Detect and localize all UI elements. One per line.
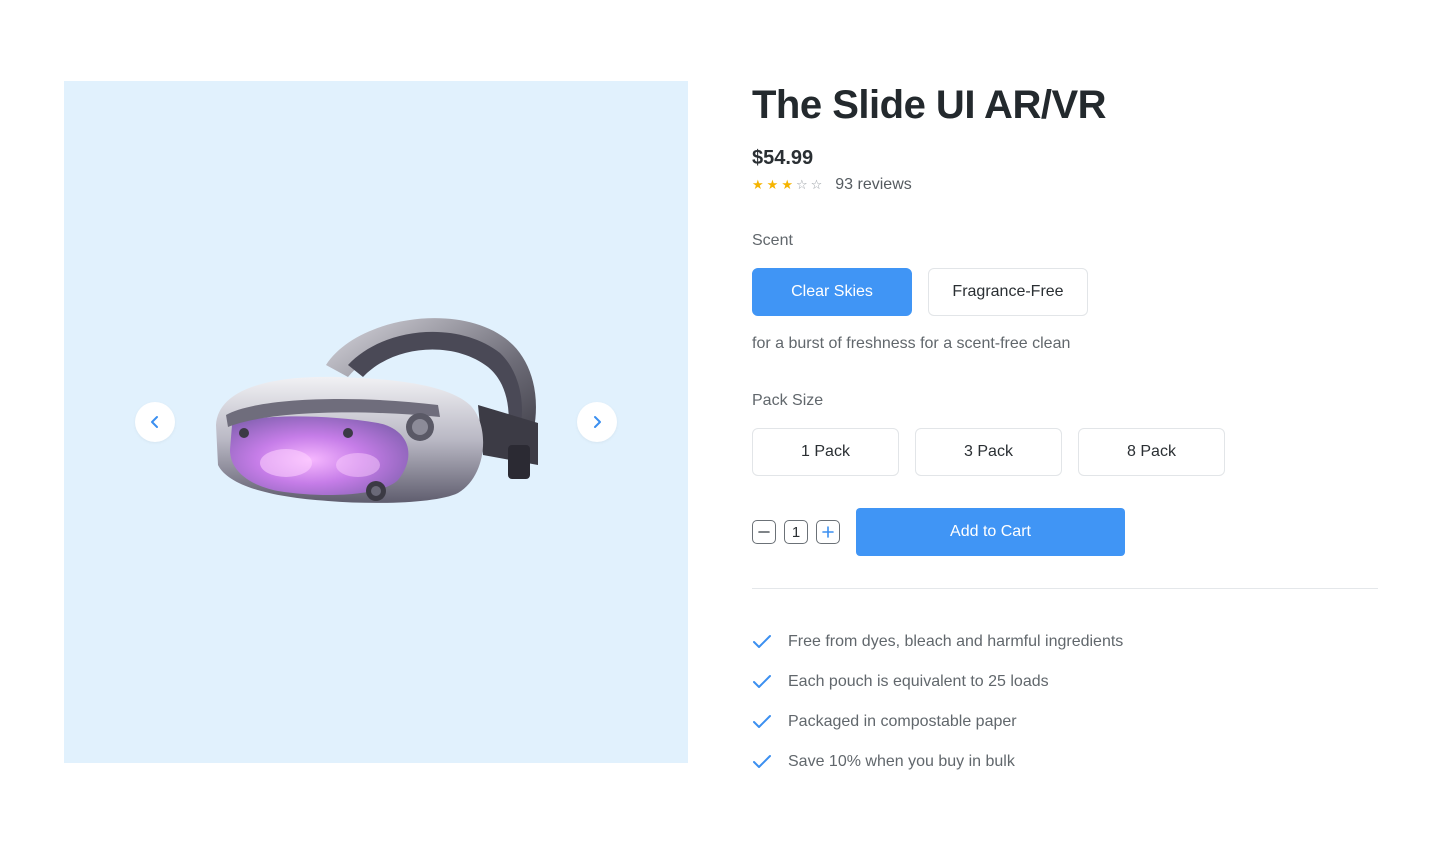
rating: ★ ★ ★ ☆ ☆ 93 reviews	[752, 175, 912, 195]
pack-size-label: Pack Size	[752, 392, 824, 409]
check-icon	[752, 672, 776, 692]
divider	[752, 588, 1378, 589]
product-image-vr-headset	[216, 318, 538, 503]
quantity-stepper: 1	[752, 520, 840, 544]
rating-stars: ★ ★ ★ ☆ ☆	[752, 178, 822, 192]
add-to-cart-button[interactable]: Add to Cart	[856, 508, 1125, 556]
feature-item: Packaged in compostable paper	[752, 702, 1123, 742]
pack-option-3[interactable]: 3 Pack	[915, 428, 1062, 476]
pack-option-8[interactable]: 8 Pack	[1078, 428, 1225, 476]
star-filled-icon: ★	[752, 177, 764, 192]
chevron-right-icon	[594, 416, 601, 428]
minus-icon	[758, 531, 770, 533]
scent-option-fragrance-free[interactable]: Fragrance-Free	[928, 268, 1088, 316]
check-icon	[752, 632, 776, 652]
product-price: $54.99	[752, 147, 814, 169]
feature-text: Each pouch is equivalent to 25 loads	[788, 673, 1049, 690]
scent-label: Scent	[752, 232, 793, 249]
check-icon	[752, 712, 776, 732]
chevron-left-icon	[151, 416, 158, 428]
quantity-increment-button[interactable]	[816, 520, 840, 544]
feature-list: Free from dyes, bleach and harmful ingre…	[752, 622, 1123, 782]
star-empty-icon: ☆	[795, 177, 808, 192]
feature-item: Free from dyes, bleach and harmful ingre…	[752, 622, 1123, 662]
plus-icon	[822, 526, 834, 538]
feature-item: Save 10% when you buy in bulk	[752, 742, 1123, 782]
star-filled-icon: ★	[766, 177, 779, 192]
scent-description: for a burst of freshness for a scent-fre…	[752, 335, 1071, 352]
quantity-value[interactable]: 1	[784, 520, 808, 544]
gallery-next-button[interactable]	[577, 402, 617, 442]
star-filled-icon: ★	[781, 177, 793, 192]
feature-text: Packaged in compostable paper	[788, 713, 1017, 730]
quantity-decrement-button[interactable]	[752, 520, 776, 544]
reviews-count[interactable]: 93 reviews	[835, 176, 911, 194]
feature-text: Save 10% when you buy in bulk	[788, 753, 1015, 770]
gallery-prev-button[interactable]	[135, 402, 175, 442]
scent-option-clear-skies[interactable]: Clear Skies	[752, 268, 912, 316]
feature-item: Each pouch is equivalent to 25 loads	[752, 662, 1123, 702]
check-icon	[752, 752, 776, 772]
product-gallery	[64, 81, 688, 763]
feature-text: Free from dyes, bleach and harmful ingre…	[788, 633, 1124, 650]
star-empty-icon: ☆	[810, 177, 823, 192]
pack-option-1[interactable]: 1 Pack	[752, 428, 899, 476]
product-title: The Slide UI AR/VR	[752, 83, 1107, 127]
